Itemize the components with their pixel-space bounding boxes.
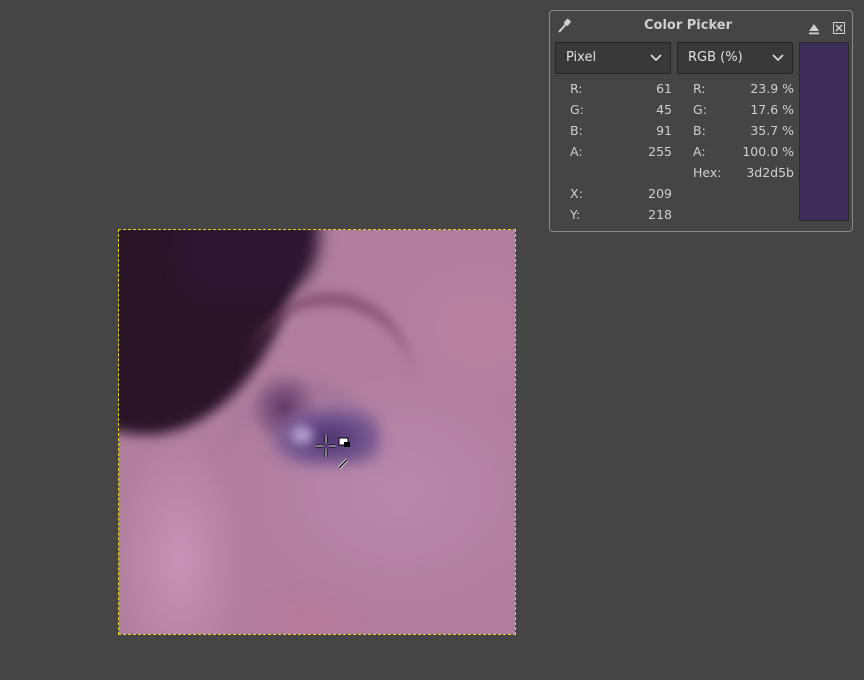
- row-value: 209: [648, 186, 672, 201]
- row-value: 23.9 %: [750, 81, 794, 96]
- row-value: 3d2d5b: [746, 165, 794, 180]
- image-canvas[interactable]: [119, 230, 515, 634]
- left-row-y: Y: 218: [570, 207, 672, 223]
- row-value: 35.7 %: [750, 123, 794, 138]
- image-hair-region-top: [179, 230, 319, 300]
- row-label: A:: [570, 144, 583, 159]
- row-label: B:: [570, 123, 583, 138]
- row-value: 45: [656, 102, 672, 117]
- left-row-x: X: 209: [570, 186, 672, 202]
- image-eye-glint: [291, 426, 313, 444]
- row-label: Y:: [570, 207, 581, 222]
- chevron-down-icon: [650, 54, 662, 62]
- row-value: 61: [656, 81, 672, 96]
- color-swatch: [799, 42, 849, 221]
- color-model-dropdown[interactable]: RGB (%): [677, 42, 793, 74]
- close-icon[interactable]: [833, 19, 845, 38]
- dialog-title: Color Picker: [643, 18, 732, 33]
- chevron-down-icon: [772, 54, 784, 62]
- row-label: G:: [693, 102, 707, 117]
- left-row-g: G: 45: [570, 102, 672, 118]
- color-picker-dialog: Color Picker Pixel RGB (%) R: 61 G: 45 B…: [549, 10, 853, 232]
- left-row-a: A: 255: [570, 144, 672, 160]
- row-value: 91: [656, 123, 672, 138]
- right-row-b: B: 35.7 %: [693, 123, 794, 139]
- row-value: 255: [648, 144, 672, 159]
- color-picker-cursor-icon: [314, 435, 354, 475]
- row-label: B:: [693, 123, 706, 138]
- detach-icon[interactable]: [808, 20, 820, 39]
- row-label: Hex:: [693, 165, 722, 180]
- right-row-hex: Hex: 3d2d5b: [693, 165, 794, 181]
- right-row-g: G: 17.6 %: [693, 102, 794, 118]
- left-row-r: R: 61: [570, 81, 672, 97]
- row-label: X:: [570, 186, 583, 201]
- row-label: R:: [693, 81, 706, 96]
- row-value: 17.6 %: [750, 102, 794, 117]
- right-row-a: A: 100.0 %: [693, 144, 794, 160]
- right-row-r: R: 23.9 %: [693, 81, 794, 97]
- row-label: A:: [693, 144, 706, 159]
- pick-mode-dropdown[interactable]: Pixel: [555, 42, 671, 74]
- row-label: G:: [570, 102, 584, 117]
- left-row-b: B: 91: [570, 123, 672, 139]
- color-model-value: RGB (%): [688, 50, 743, 65]
- row-value: 218: [648, 207, 672, 222]
- pick-mode-value: Pixel: [566, 50, 597, 65]
- row-label: R:: [570, 81, 583, 96]
- row-value: 100.0 %: [742, 144, 794, 159]
